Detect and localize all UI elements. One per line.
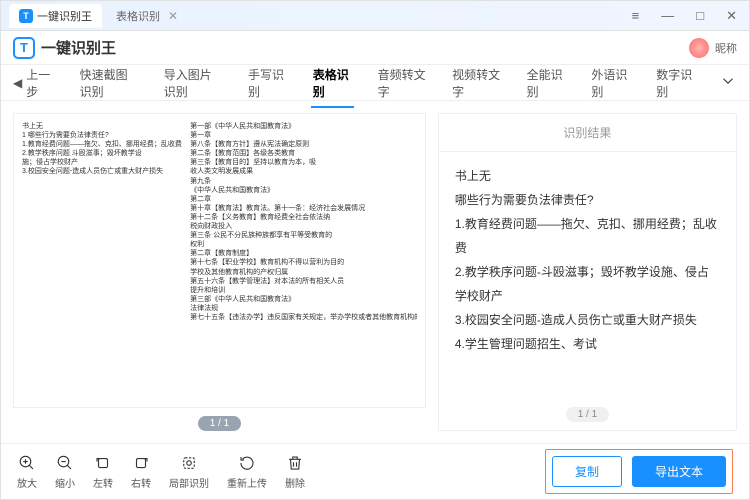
nickname-label[interactable]: 昵称 bbox=[715, 40, 737, 56]
app-window: T 一键识别王 表格识别 ✕ ≡ — □ ✕ T 一键识别王 昵称 ◀ 上一步 … bbox=[0, 0, 750, 500]
result-line: 1.教育经费问题——拖欠、克扣、挪用经费；乱收费 bbox=[455, 212, 720, 260]
zoom-out-icon bbox=[55, 453, 75, 473]
preview-line: 第十二条【义务教育】教育经费全社会依法纳 bbox=[190, 213, 417, 222]
maximize-icon[interactable]: □ bbox=[692, 6, 708, 25]
action-group: 复制 导出文本 bbox=[545, 449, 733, 494]
delete-label: 删除 bbox=[285, 475, 305, 490]
result-panel: 识别结果 书上无哪些行为需要负法律责任?1.教育经费问题——拖欠、克扣、挪用经费… bbox=[438, 113, 737, 431]
result-line: 书上无 bbox=[455, 164, 720, 188]
result-line: 4.学生管理问题招生、考试 bbox=[455, 332, 720, 356]
preview-line: 第九条 bbox=[190, 177, 417, 186]
result-body[interactable]: 书上无哪些行为需要负法律责任?1.教育经费问题——拖欠、克扣、挪用经费；乱收费2… bbox=[439, 152, 736, 396]
nav-item-0[interactable]: 快速截图识别 bbox=[78, 58, 140, 108]
preview-line: 1.教育经费问题——拖欠、克扣、挪用经费；乱收费 bbox=[22, 140, 186, 149]
result-line: 2.教学秩序问题-斗殴滋事；毁坏教学设施、侵占学校财产 bbox=[455, 260, 720, 308]
close-icon[interactable]: ✕ bbox=[722, 6, 741, 26]
nav-item-6[interactable]: 全能识别 bbox=[525, 58, 568, 108]
header-title: 一键识别王 bbox=[41, 37, 116, 58]
preview-line: 收人类文明发展成果 bbox=[190, 167, 417, 176]
navbar: ◀ 上一步 快速截图识别导入图片识别手写识别表格识别音频转文字视频转文字全能识别… bbox=[1, 65, 749, 101]
zoom-in-label: 放大 bbox=[17, 475, 37, 490]
export-button[interactable]: 导出文本 bbox=[632, 456, 726, 487]
back-button[interactable]: ◀ 上一步 bbox=[13, 66, 56, 100]
titlebar-app-name: 一键识别王 bbox=[37, 8, 92, 24]
preview-line: 第二条【教育范围】各级各类教育 bbox=[190, 149, 417, 158]
nav-item-8[interactable]: 数字识别 bbox=[654, 58, 697, 108]
document-preview[interactable]: 书上无1 哪些行为需要负法律责任?1.教育经费问题——拖欠、克扣、挪用经费；乱收… bbox=[13, 113, 426, 408]
reupload-icon bbox=[237, 453, 257, 473]
chevron-left-icon: ◀ bbox=[13, 76, 22, 90]
preview-line: 施；侵占学校财产 bbox=[22, 158, 186, 167]
header-logo-icon: T bbox=[13, 37, 35, 59]
tab-close-icon[interactable]: ✕ bbox=[168, 9, 178, 23]
rotate-left-icon bbox=[93, 453, 113, 473]
result-heading: 识别结果 bbox=[439, 114, 736, 152]
preview-line: 第十七条【职业学校】教育机构不得以营利为目的 bbox=[190, 258, 417, 267]
result-line: 哪些行为需要负法律责任? bbox=[455, 188, 720, 212]
preview-line: 第七十五条【违法办学】违反国家有关规定，举办学校或者其他教育机构的 bbox=[190, 313, 417, 322]
rotate-left-button[interactable]: 左转 bbox=[93, 453, 113, 490]
nav-item-1[interactable]: 导入图片识别 bbox=[162, 58, 224, 108]
preview-line: 第三条【教育目的】坚持以教育为本，吸 bbox=[190, 158, 417, 167]
rotate-right-button[interactable]: 右转 bbox=[131, 453, 151, 490]
preview-line: 《中华人民共和国教育法》 bbox=[190, 186, 417, 195]
crop-label: 局部识别 bbox=[169, 475, 209, 490]
preview-line: 2.教学秩序问题 斗殴滋事；毁坏教学设 bbox=[22, 149, 186, 158]
copy-button[interactable]: 复制 bbox=[552, 456, 622, 487]
preview-line: 提升和培训 bbox=[190, 286, 417, 295]
result-page-badge: 1 / 1 bbox=[566, 407, 609, 422]
preview-line: 第十章【教育法】教育法。第十一条：经济社会发展情况 bbox=[190, 204, 417, 213]
trash-icon bbox=[285, 453, 305, 473]
nav-item-2[interactable]: 手写识别 bbox=[246, 58, 289, 108]
preview-page-badge: 1 / 1 bbox=[198, 416, 241, 431]
preview-line: 学校及其他教育机构的产权归属 bbox=[190, 268, 417, 277]
crop-button[interactable]: 局部识别 bbox=[169, 453, 209, 490]
content: 书上无1 哪些行为需要负法律责任?1.教育经费问题——拖欠、克扣、挪用经费；乱收… bbox=[1, 101, 749, 443]
nav-item-3[interactable]: 表格识别 bbox=[311, 58, 354, 108]
nav-more-icon[interactable] bbox=[719, 72, 737, 93]
zoom-out-label: 缩小 bbox=[55, 475, 75, 490]
preview-line: 第一章 bbox=[190, 131, 417, 140]
titlebar: T 一键识别王 表格识别 ✕ ≡ — □ ✕ bbox=[1, 1, 749, 31]
preview-line: 1 哪些行为需要负法律责任? bbox=[22, 131, 186, 140]
nav-item-4[interactable]: 音频转文字 bbox=[376, 58, 429, 108]
preview-line: 权利 bbox=[190, 240, 417, 249]
preview-line: 税向财政投入 bbox=[190, 222, 417, 231]
back-label: 上一步 bbox=[26, 66, 55, 100]
preview-line: 第五十六条【教学管理法】对本法的所有相关人员 bbox=[190, 277, 417, 286]
reupload-button[interactable]: 重新上传 bbox=[227, 453, 267, 490]
tool-group: 放大 缩小 左转 右转 局部识别 重新上传 删除 bbox=[17, 453, 305, 490]
menu-icon[interactable]: ≡ bbox=[628, 6, 644, 25]
titlebar-app-tab[interactable]: T 一键识别王 bbox=[9, 4, 102, 28]
preview-line: 第三部《中华人民共和国教育法》 bbox=[190, 295, 417, 304]
preview-line: 第八条【教育方针】遵从宪法确定原则 bbox=[190, 140, 417, 149]
titlebar-doc-tab[interactable]: 表格识别 ✕ bbox=[106, 4, 188, 28]
app-logo-icon: T bbox=[19, 9, 33, 23]
preview-line: 书上无 bbox=[22, 122, 186, 131]
preview-line: 第三条 公民不分民族种族都享有平等受教育的 bbox=[190, 231, 417, 240]
preview-line: 第二章 bbox=[190, 195, 417, 204]
zoom-in-icon bbox=[17, 453, 37, 473]
zoom-out-button[interactable]: 缩小 bbox=[55, 453, 75, 490]
preview-line: 第二章【教育制度】 bbox=[190, 249, 417, 258]
minimize-icon[interactable]: — bbox=[657, 6, 678, 25]
nav-item-7[interactable]: 外语识别 bbox=[589, 58, 632, 108]
rotate-right-label: 右转 bbox=[131, 475, 151, 490]
zoom-in-button[interactable]: 放大 bbox=[17, 453, 37, 490]
rotate-right-icon bbox=[131, 453, 151, 473]
avatar[interactable] bbox=[689, 38, 709, 58]
delete-button[interactable]: 删除 bbox=[285, 453, 305, 490]
result-line: 3.校园安全问题-造成人员伤亡或重大财产损失 bbox=[455, 308, 720, 332]
titlebar-tab-label: 表格识别 bbox=[116, 8, 160, 24]
rotate-left-label: 左转 bbox=[93, 475, 113, 490]
footer: 放大 缩小 左转 右转 局部识别 重新上传 删除 复制 导出文本 bbox=[1, 443, 749, 499]
nav-item-5[interactable]: 视频转文字 bbox=[450, 58, 503, 108]
reupload-label: 重新上传 bbox=[227, 475, 267, 490]
preview-panel: 书上无1 哪些行为需要负法律责任?1.教育经费问题——拖欠、克扣、挪用经费；乱收… bbox=[13, 113, 426, 431]
preview-line: 3.校园安全问题-造成人员伤亡或重大财产损失 bbox=[22, 167, 186, 176]
preview-line: 第一部《中华人民共和国教育法》 bbox=[190, 122, 417, 131]
crop-icon bbox=[179, 453, 199, 473]
preview-line: 法律法规 bbox=[190, 304, 417, 313]
